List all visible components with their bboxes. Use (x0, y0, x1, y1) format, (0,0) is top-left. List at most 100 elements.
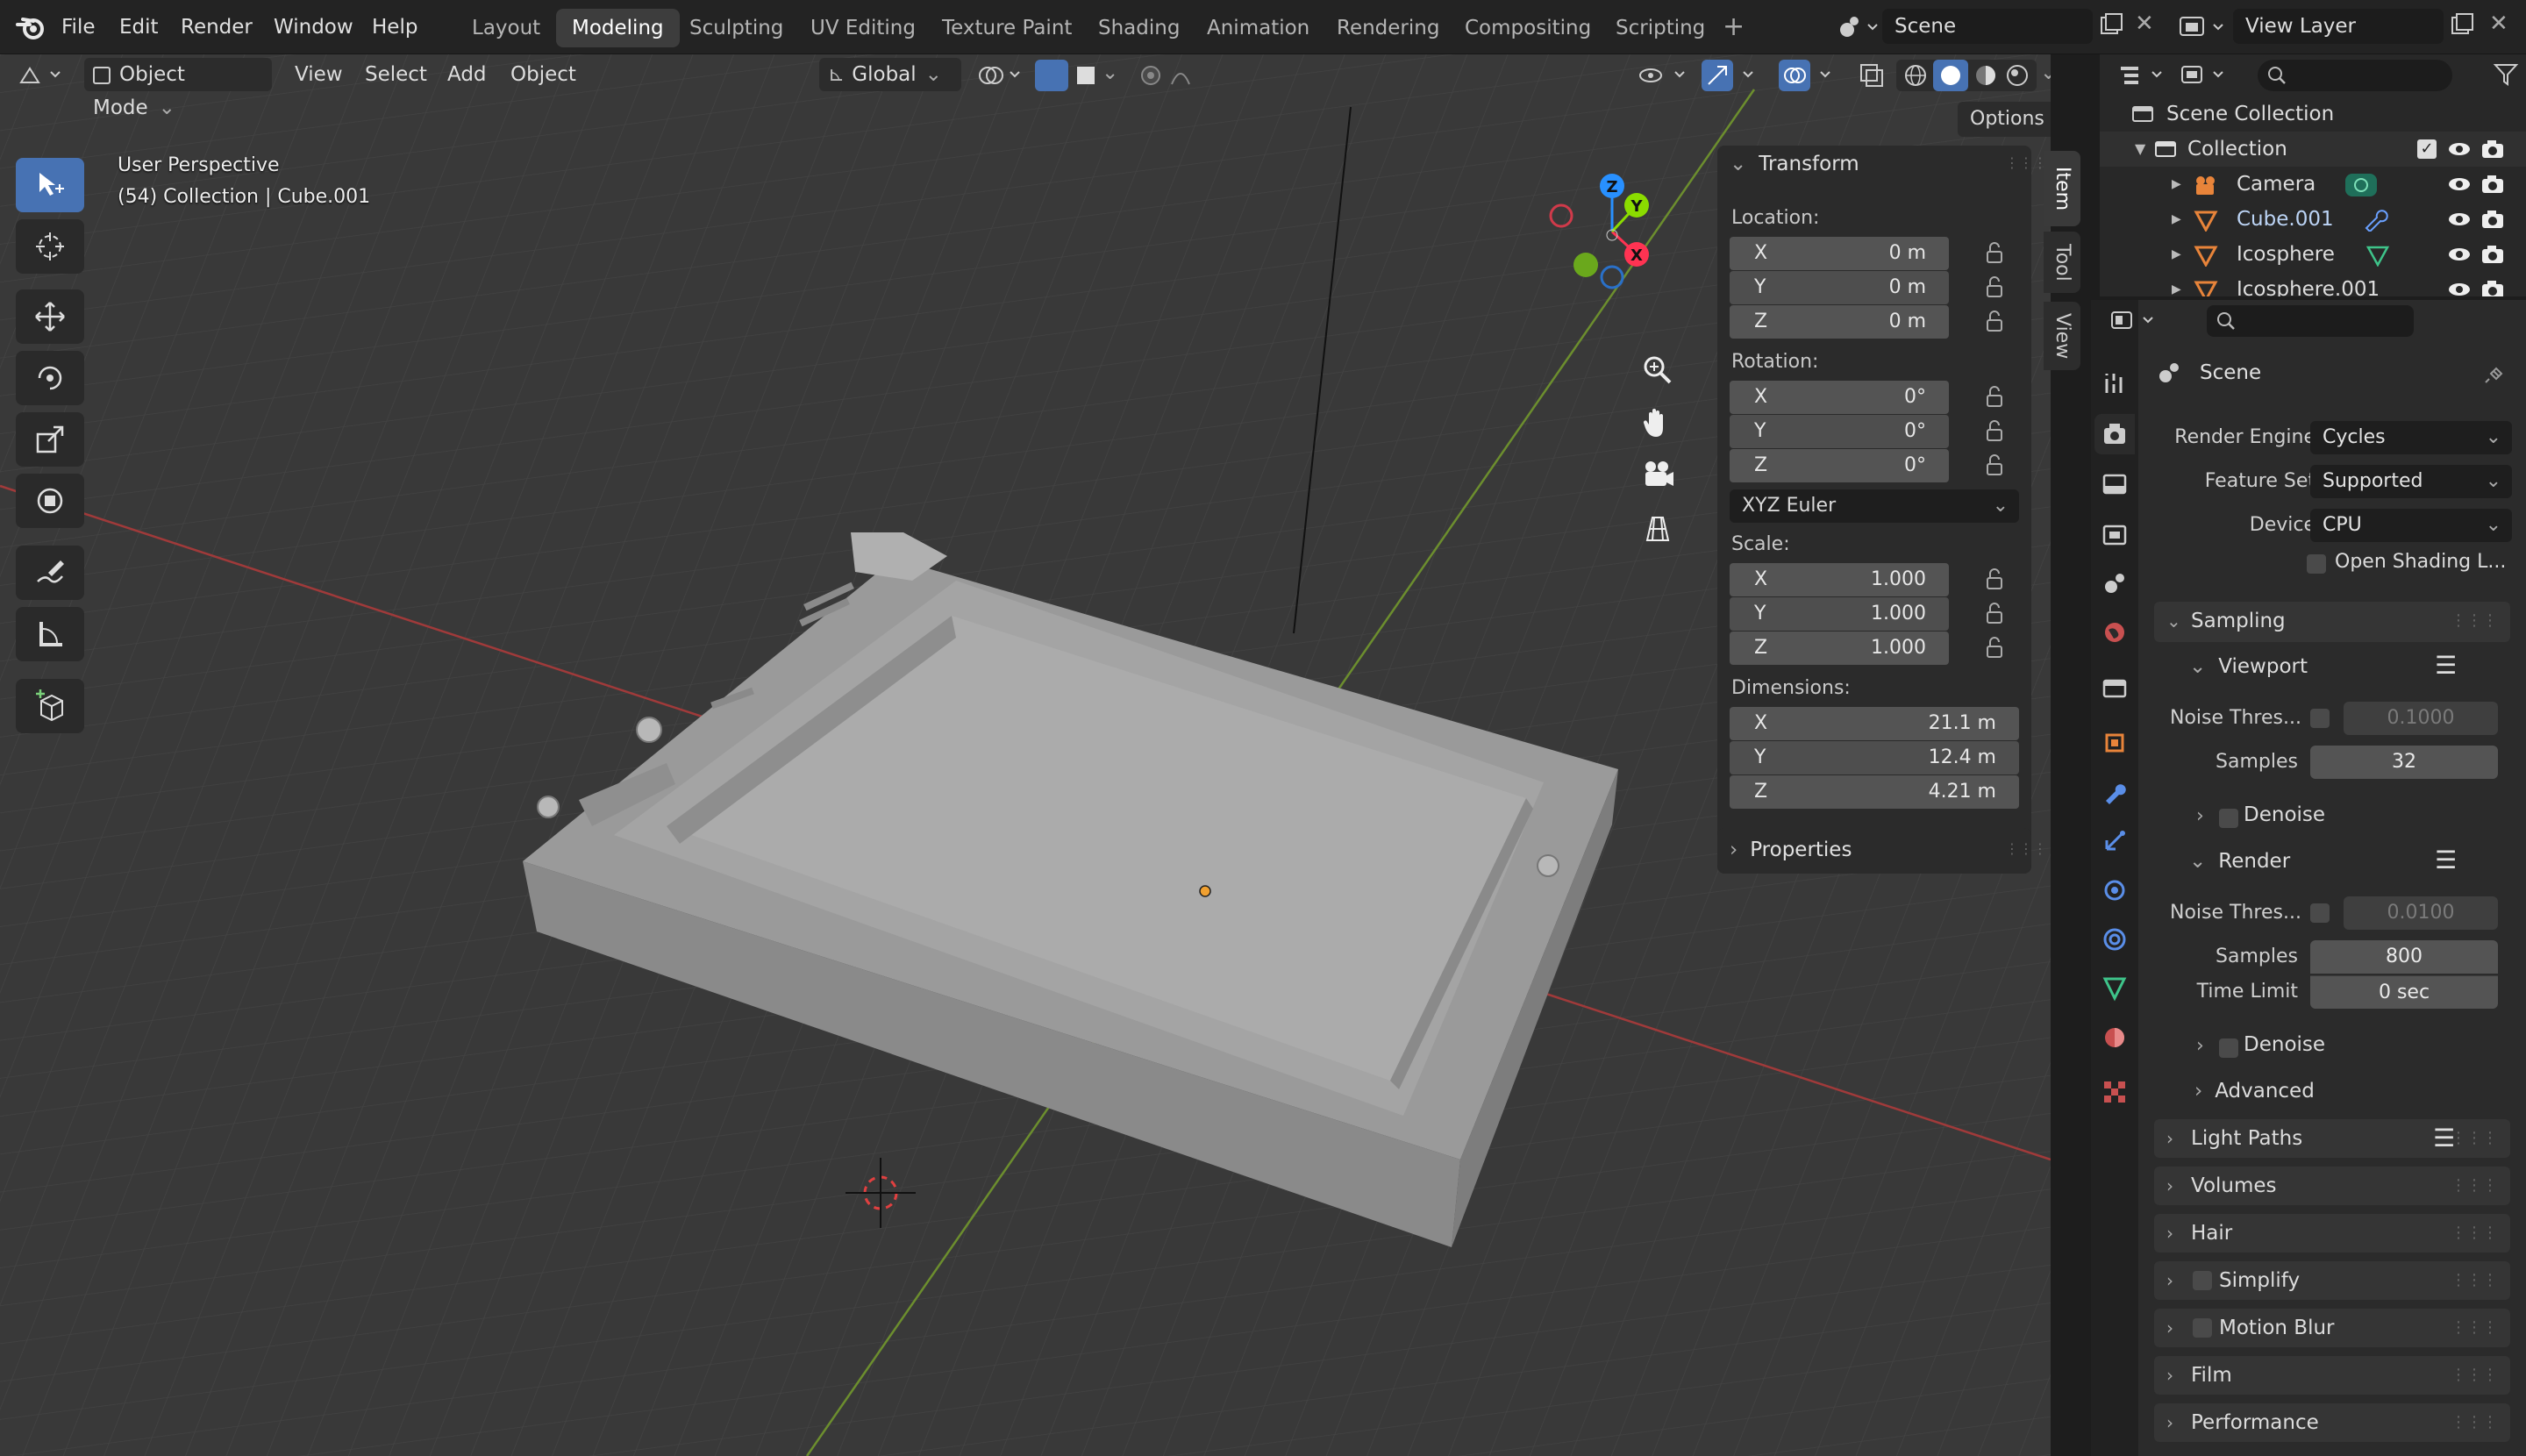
render-camera-icon[interactable] (2480, 244, 2505, 265)
viewport-noise-checkbox[interactable] (2310, 709, 2330, 728)
mesh-data-icon[interactable] (2365, 244, 2391, 267)
simplify-checkbox[interactable] (2193, 1271, 2212, 1290)
pivot-point-icon[interactable] (975, 61, 1024, 89)
tab-scripting[interactable]: Scripting (1600, 9, 1721, 47)
lock-icon[interactable] (1982, 418, 2007, 443)
annotate-tool[interactable] (16, 546, 84, 600)
outliner-row-camera[interactable]: ▶ Camera (2100, 167, 2526, 202)
visibility-selector-icon[interactable] (1637, 61, 1693, 89)
snap-target-icon[interactable] (1077, 67, 1095, 84)
tab-modeling[interactable]: Modeling (556, 9, 680, 47)
measure-tool[interactable] (16, 607, 84, 661)
expand-arrow-icon[interactable]: ▶ (2172, 272, 2181, 296)
filter-icon[interactable] (2493, 61, 2519, 88)
viewport-denoise-checkbox[interactable] (2219, 809, 2238, 828)
eye-icon[interactable] (2447, 246, 2472, 263)
light-paths-panel-header[interactable]: › Light Paths ☰ ⋮⋮⋮ (2154, 1119, 2510, 1158)
rotation-z-field[interactable]: Z 0° (1730, 449, 1949, 482)
drag-grip-icon[interactable]: ⋮⋮⋮ (2005, 154, 2047, 171)
material-preview-icon[interactable] (1973, 63, 1998, 88)
tab-sculpting[interactable]: Sculpting (674, 9, 799, 47)
lock-icon[interactable] (1982, 453, 2007, 477)
drag-grip-icon[interactable]: ⋮⋮⋮ (2451, 1309, 2498, 1347)
outliner-row-collection[interactable]: ▼ Collection ✓ (2100, 132, 2526, 167)
chevron-down-icon[interactable]: ⌄ (2040, 61, 2051, 84)
menu-view[interactable]: View (286, 58, 352, 91)
eye-icon[interactable] (2447, 175, 2472, 193)
rotation-x-field[interactable]: X 0° (1730, 381, 1949, 414)
menu-help[interactable]: Help (372, 0, 417, 54)
viewport-noise-field[interactable]: 0.1000 (2344, 702, 2498, 735)
performance-panel-header[interactable]: › Performance ⋮⋮⋮ (2154, 1403, 2510, 1442)
location-x-field[interactable]: X0 m (1730, 237, 1949, 270)
output-tab-icon[interactable] (2101, 472, 2128, 498)
snap-toggle-icon[interactable] (1035, 60, 1068, 91)
outliner-row-cube[interactable]: ▶ Cube.001 (2100, 202, 2526, 237)
lock-icon[interactable] (1982, 384, 2007, 409)
expand-arrow-icon[interactable]: ▼ (2135, 132, 2145, 167)
npanel-tab-view[interactable]: View (2044, 302, 2080, 370)
rotation-y-field[interactable]: Y 0° (1730, 415, 1949, 448)
volumes-panel-header[interactable]: › Volumes ⋮⋮⋮ (2154, 1167, 2510, 1205)
neg-z-axis-icon[interactable] (1600, 265, 1624, 289)
eye-icon[interactable] (2447, 211, 2472, 228)
mode-dropdown[interactable]: Object Mode ⌄ (84, 58, 272, 119)
transform-header[interactable]: ⌄ Transform (1730, 153, 1859, 175)
dimension-z-field[interactable]: Z 4.21 m (1730, 775, 2019, 809)
neg-x-axis-icon[interactable] (1549, 203, 1573, 228)
add-cube-tool[interactable] (16, 679, 84, 733)
hair-panel-header[interactable]: › Hair ⋮⋮⋮ (2154, 1214, 2510, 1253)
scale-y-field[interactable]: Y 1.000 (1730, 597, 1949, 631)
drag-grip-icon[interactable]: ⋮⋮⋮ (2451, 1356, 2498, 1395)
menu-render[interactable]: Render (181, 0, 253, 54)
modifier-tab-icon[interactable] (2101, 779, 2128, 805)
view-layer-selector-icon[interactable] (2179, 12, 2228, 42)
camera-view-icon[interactable] (1640, 458, 1675, 493)
outliner-row-icosphere[interactable]: ▶ Icosphere (2100, 237, 2526, 272)
pin-icon[interactable] (2482, 361, 2507, 386)
physics-tab-icon[interactable] (2101, 877, 2128, 903)
drag-grip-icon[interactable]: ⋮⋮⋮ (2005, 840, 2047, 857)
drag-grip-icon[interactable]: ⋮⋮⋮ (2451, 1119, 2498, 1158)
scene-tab-icon[interactable] (2101, 570, 2128, 596)
add-workspace-icon[interactable]: + (1723, 12, 1745, 42)
navigation-gizmo[interactable]: Z X Y (1535, 156, 1693, 349)
new-scene-icon[interactable] (2096, 12, 2124, 40)
render-camera-icon[interactable] (2480, 174, 2505, 195)
proportional-editing-icon[interactable] (1137, 61, 1207, 89)
select-box-tool[interactable] (16, 158, 84, 212)
world-tab-icon[interactable] (2101, 619, 2128, 646)
view-layer-field[interactable]: View Layer (2233, 9, 2444, 44)
expand-arrow-icon[interactable]: ▶ (2172, 202, 2181, 237)
viewport-subpanel-header[interactable]: ⌄ Viewport (2189, 649, 2308, 684)
scene-selector-icon[interactable] (1835, 12, 1879, 42)
drag-grip-icon[interactable]: ⋮⋮⋮ (2451, 1261, 2498, 1300)
material-tab-icon[interactable] (2101, 1024, 2128, 1051)
outliner-row-scene-collection[interactable]: Scene Collection (2100, 96, 2526, 132)
render-denoise-checkbox[interactable] (2219, 1038, 2238, 1058)
neg-y-axis-icon[interactable] (1573, 253, 1598, 277)
scale-tool[interactable] (16, 412, 84, 467)
motion-blur-panel-header[interactable]: › Motion Blur ⋮⋮⋮ (2154, 1309, 2510, 1347)
time-limit-field[interactable]: 0 sec (2310, 975, 2498, 1009)
tab-rendering[interactable]: Rendering (1321, 9, 1455, 47)
rotation-mode-dropdown[interactable]: XYZ Euler ⌄ (1730, 489, 2019, 523)
tab-layout[interactable]: Layout (456, 9, 556, 47)
tab-compositing[interactable]: Compositing (1449, 9, 1607, 47)
npanel-tab-item[interactable]: Item (2044, 151, 2080, 226)
expand-arrow-icon[interactable]: ▶ (2172, 237, 2181, 272)
npanel-tab-tool[interactable]: Tool (2044, 232, 2080, 293)
menu-object[interactable]: Object (502, 58, 585, 91)
drag-grip-icon[interactable]: ⋮⋮⋮ (2451, 1214, 2498, 1253)
advanced-subpanel-header[interactable]: › Advanced (2194, 1074, 2315, 1109)
tool-settings-tab-icon[interactable] (2101, 370, 2128, 396)
render-subpanel-header[interactable]: ⌄ Render (2189, 844, 2290, 879)
dimension-x-field[interactable]: X 21.1 m (1730, 707, 2019, 740)
overlays-toggle-icon[interactable] (1779, 60, 1840, 91)
render-samples-field[interactable]: 800 (2310, 940, 2498, 974)
viewport-samples-field[interactable]: 32 (2310, 746, 2498, 779)
collection-tab-icon[interactable] (2101, 675, 2128, 702)
xray-toggle-icon[interactable] (1858, 61, 1886, 89)
feature-set-dropdown[interactable]: Supported ⌄ (2310, 465, 2512, 498)
device-dropdown[interactable]: CPU ⌄ (2310, 509, 2512, 542)
